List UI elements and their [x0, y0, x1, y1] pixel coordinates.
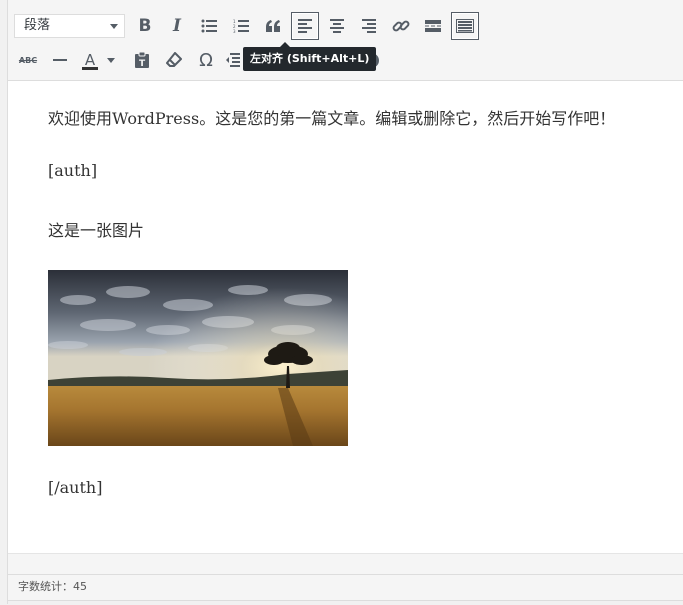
- tree-field-image: [48, 270, 348, 446]
- bold-button[interactable]: B: [131, 12, 159, 40]
- tooltip: 左对齐 (Shift+Alt+L): [243, 42, 377, 71]
- blockquote-icon: [266, 20, 280, 32]
- text-color-icon: A: [81, 50, 99, 70]
- editor-toolbar: 段落 B I 1 2 3 ABC A T Ω 左对齐 (Shift+Alt+L): [8, 0, 683, 81]
- format-select-value: 段落: [24, 18, 51, 33]
- align-center-button[interactable]: [323, 12, 351, 40]
- format-select[interactable]: 段落: [14, 14, 125, 38]
- align-left-icon: [298, 19, 312, 33]
- landscape-image[interactable]: [48, 270, 348, 446]
- special-character-button[interactable]: Ω: [192, 46, 220, 74]
- link-button[interactable]: [387, 12, 415, 40]
- strikethrough-button[interactable]: ABC: [14, 46, 42, 74]
- clear-formatting-button[interactable]: [160, 46, 188, 74]
- editor-content[interactable]: 欢迎使用WordPress。这是您的第一篇文章。编辑或删除它，然后开始写作吧！ …: [8, 81, 683, 554]
- paste-as-text-icon: T: [135, 51, 149, 69]
- numbered-list-button[interactable]: 1 2 3: [227, 12, 255, 40]
- paragraph-auth-open[interactable]: [auth]: [48, 161, 97, 180]
- resize-handle[interactable]: [8, 600, 683, 605]
- svg-text:3: 3: [233, 29, 236, 33]
- horizontal-line-icon: [53, 59, 67, 61]
- text-color-button[interactable]: A: [78, 46, 118, 74]
- blockquote-button[interactable]: [259, 12, 287, 40]
- bold-icon: B: [138, 16, 152, 36]
- paragraph-auth-close[interactable]: [/auth]: [48, 478, 102, 497]
- toolbar-toggle-button[interactable]: [451, 12, 479, 40]
- svg-text:T: T: [139, 59, 146, 69]
- numbered-list-icon: 1 2 3: [233, 19, 249, 33]
- align-right-icon: [362, 19, 376, 33]
- clear-formatting-icon: [166, 52, 182, 67]
- outdent-icon: [226, 53, 240, 67]
- paragraph-welcome[interactable]: 欢迎使用WordPress。这是您的第一篇文章。编辑或删除它，然后开始写作吧！: [48, 105, 615, 129]
- chevron-down-icon: [107, 57, 115, 63]
- status-bar: 字数统计：45: [8, 574, 683, 600]
- align-right-button[interactable]: [355, 12, 383, 40]
- align-center-icon: [330, 19, 344, 33]
- special-character-icon: Ω: [199, 49, 213, 71]
- link-icon: [392, 20, 410, 32]
- editor-frame: 段落 B I 1 2 3 ABC A T Ω 左对齐 (Shift+Alt+L)…: [7, 0, 683, 605]
- italic-button[interactable]: I: [163, 12, 191, 40]
- chevron-down-icon: [110, 24, 118, 29]
- align-left-button[interactable]: [291, 12, 319, 40]
- italic-icon: I: [173, 16, 181, 36]
- read-more-button[interactable]: [419, 12, 447, 40]
- outdent-button[interactable]: [224, 46, 242, 74]
- horizontal-line-button[interactable]: [46, 46, 74, 74]
- toolbar-toggle-icon: [456, 19, 474, 33]
- read-more-icon: [425, 20, 441, 32]
- paste-as-text-button[interactable]: T: [128, 46, 156, 74]
- bulleted-list-button[interactable]: [195, 12, 223, 40]
- paragraph-image-caption[interactable]: 这是一张图片: [48, 217, 144, 241]
- word-count: 字数统计：45: [18, 580, 87, 593]
- bulleted-list-icon: [201, 19, 217, 33]
- strikethrough-icon: ABC: [18, 55, 38, 65]
